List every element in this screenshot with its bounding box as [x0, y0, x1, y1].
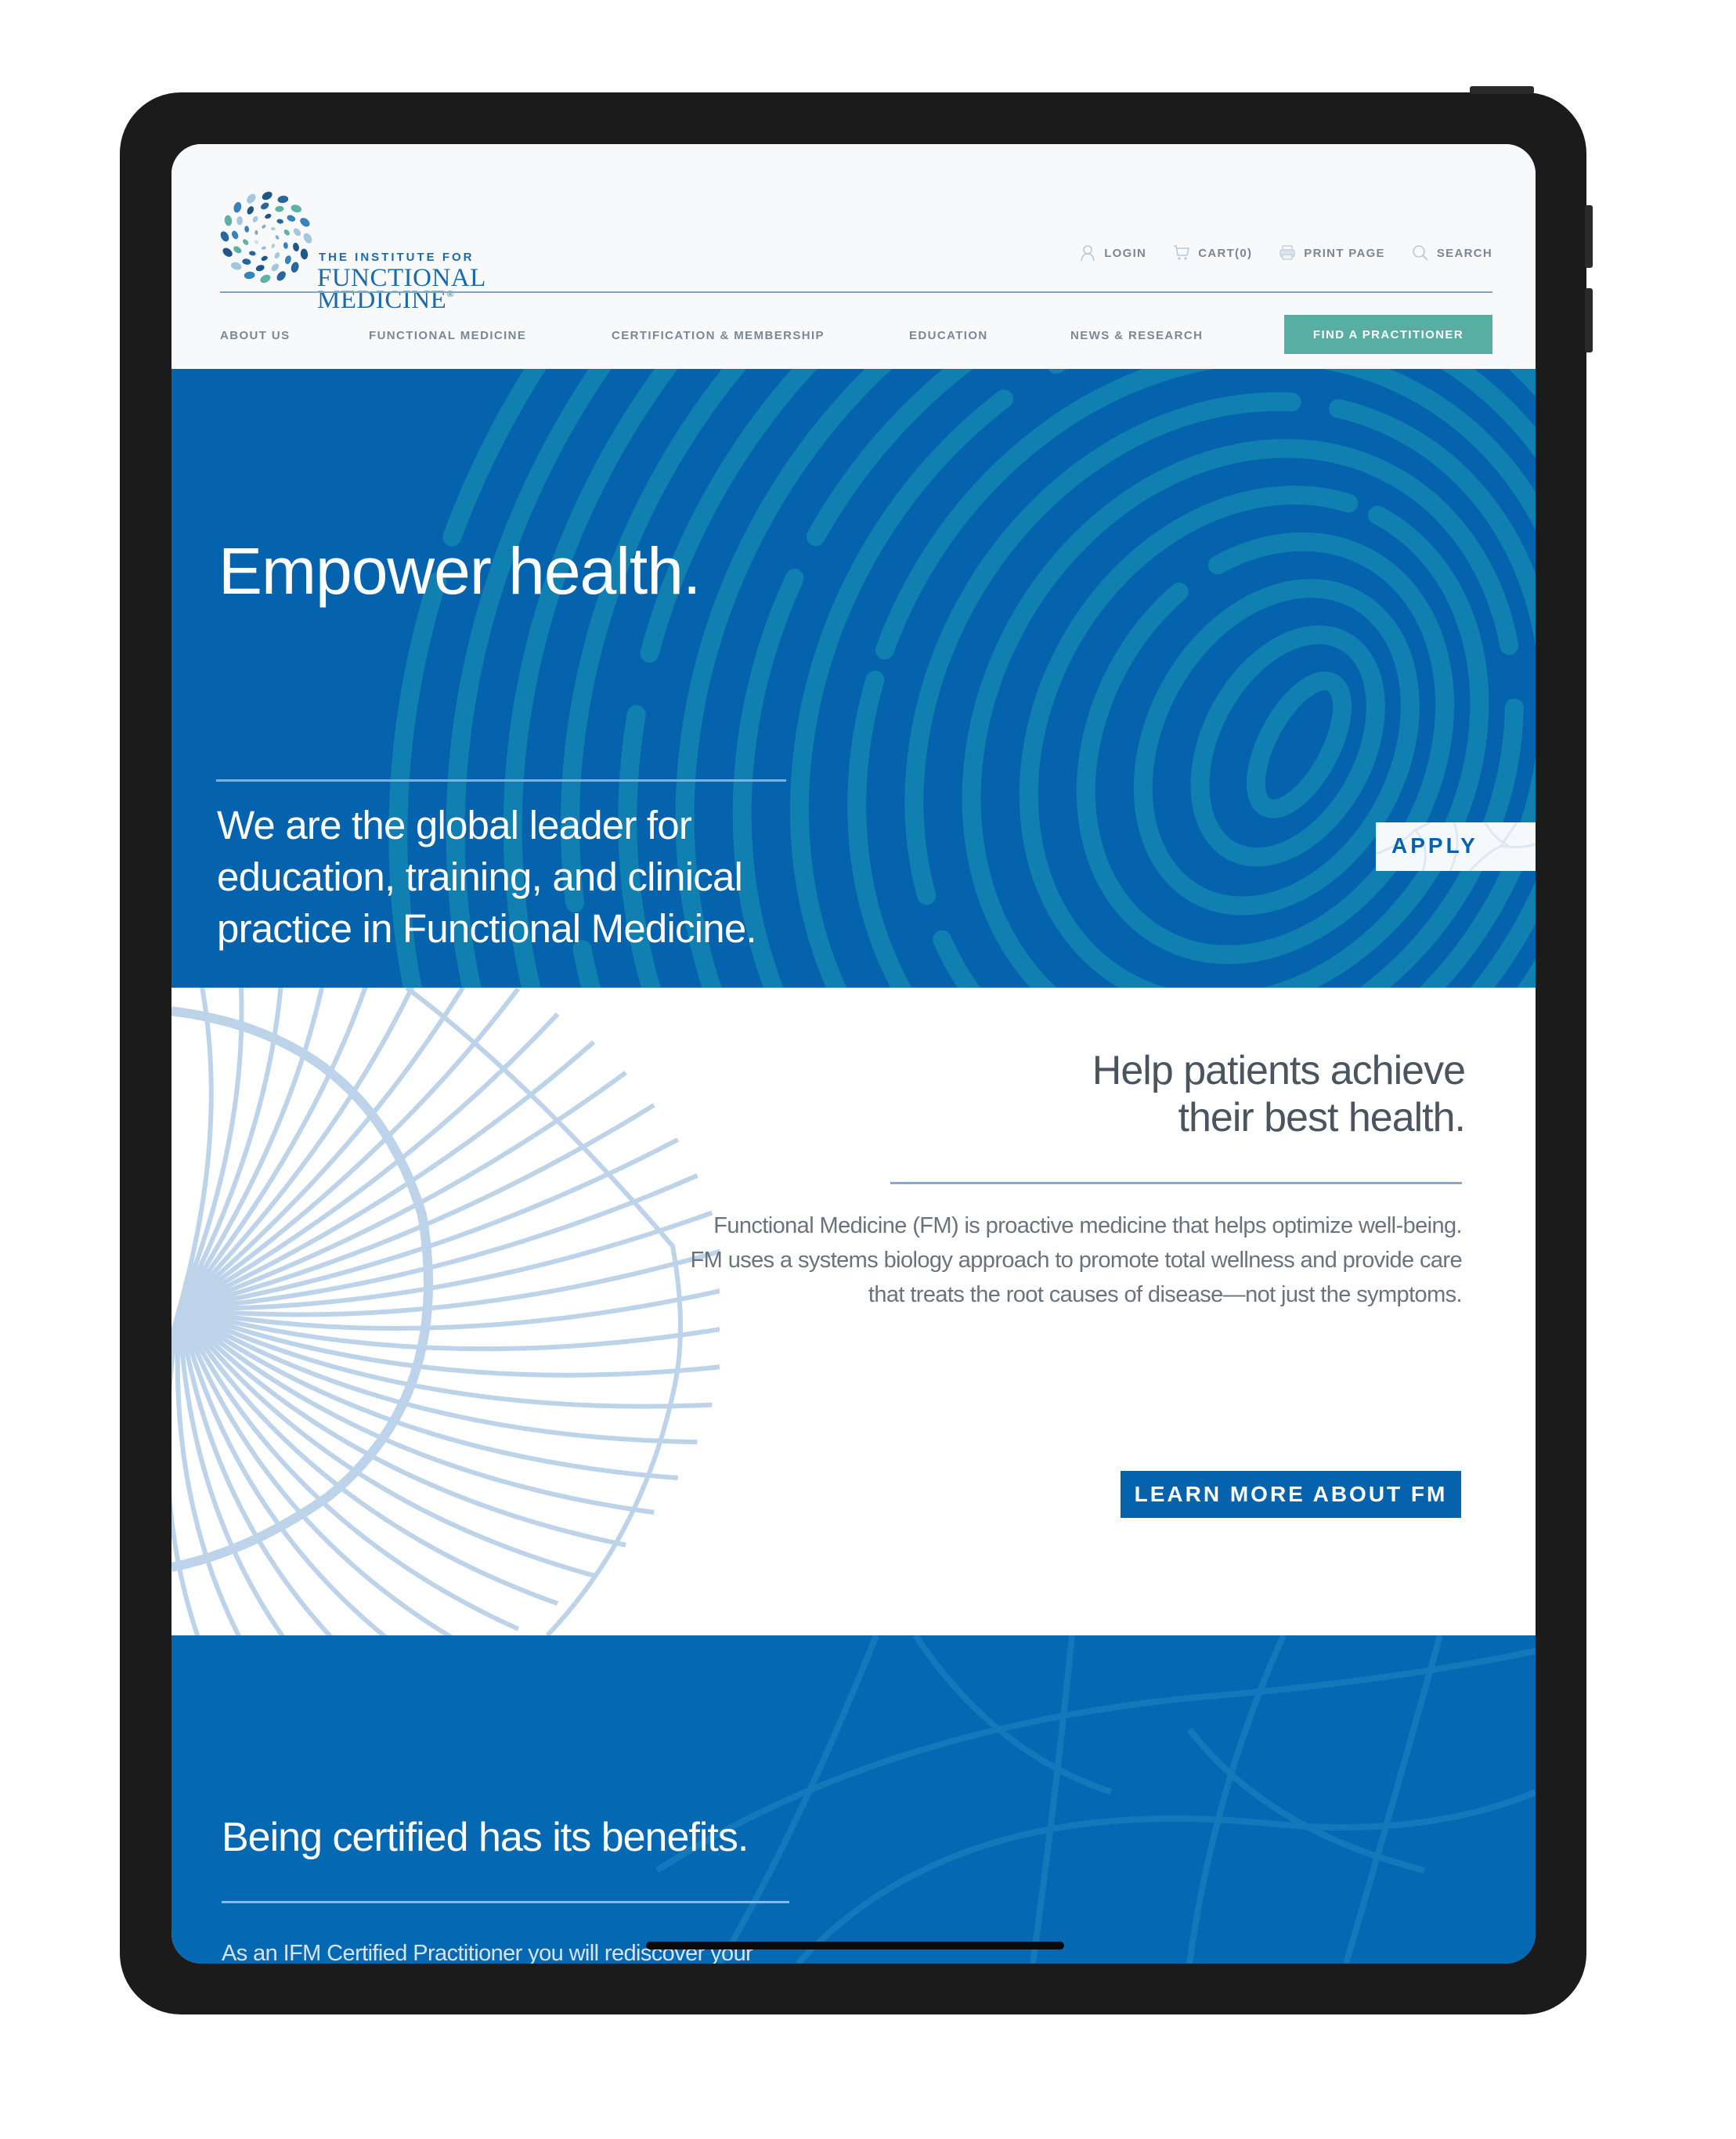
- hero-title: Empower health.: [218, 534, 701, 608]
- printer-icon: [1279, 245, 1296, 260]
- site-logo[interactable]: THE INSTITUTE FOR FUNCTIONAL MEDICINE®: [220, 191, 502, 313]
- certified-body: As an IFM Certified Practitioner you wil…: [222, 1941, 753, 1964]
- nav-certification-membership[interactable]: CERTIFICATION & MEMBERSHIP: [612, 329, 825, 342]
- registered-mark: ®: [446, 288, 454, 299]
- main-nav: ABOUT US FUNCTIONAL MEDICINE CERTIFICATI…: [220, 315, 1492, 356]
- tablet-screen: THE INSTITUTE FOR FUNCTIONAL MEDICINE® L…: [171, 144, 1536, 1964]
- certified-divider: [222, 1901, 789, 1903]
- logo-tagline: THE INSTITUTE FOR: [319, 251, 475, 264]
- print-page-link[interactable]: PRINT PAGE: [1279, 244, 1385, 262]
- about-divider: [890, 1182, 1462, 1184]
- volume-down-button: [1585, 288, 1593, 352]
- login-label: LOGIN: [1104, 246, 1147, 260]
- cart-label: CART(0): [1198, 246, 1253, 260]
- utility-nav: LOGIN CART(0) PRINT PAGE SEARCH: [1079, 244, 1492, 262]
- volume-up-button: [1585, 205, 1593, 268]
- about-title: Help patients achieve their best health.: [1092, 1048, 1466, 1140]
- leaf-vein-pattern: [655, 1635, 1536, 1964]
- header-divider: [220, 291, 1492, 293]
- certified-section: Being certified has its benefits. As an …: [171, 1635, 1536, 1964]
- apply-button[interactable]: APPLY: [1376, 822, 1536, 871]
- cart-link[interactable]: CART(0): [1173, 244, 1252, 262]
- apply-label: APPLY: [1391, 833, 1478, 858]
- nav-news-research[interactable]: NEWS & RESEARCH: [1070, 329, 1203, 342]
- logo-mark-icon: [220, 191, 312, 284]
- about-fm-section: Help patients achieve their best health.…: [171, 988, 1536, 1635]
- radial-line-pattern: [171, 988, 720, 1635]
- hero-subtitle: We are the global leader for education, …: [217, 803, 757, 951]
- search-icon: [1413, 245, 1428, 261]
- learn-more-about-fm-button[interactable]: LEARN MORE ABOUT FM: [1121, 1471, 1461, 1518]
- certified-title: Being certified has its benefits.: [222, 1815, 749, 1860]
- hero-section: Empower health. We are the global leader…: [171, 369, 1536, 988]
- home-indicator: [646, 1942, 1064, 1949]
- nav-about-us[interactable]: ABOUT US: [220, 329, 291, 342]
- search-label: SEARCH: [1436, 246, 1492, 260]
- print-page-label: PRINT PAGE: [1304, 246, 1385, 260]
- nav-education[interactable]: EDUCATION: [909, 329, 988, 342]
- site-header: THE INSTITUTE FOR FUNCTIONAL MEDICINE® L…: [171, 144, 1536, 369]
- find-a-practitioner-button[interactable]: FIND A PRACTITIONER: [1284, 315, 1492, 354]
- logo-line-2-text: MEDICINE: [317, 286, 447, 314]
- hero-divider: [216, 779, 786, 782]
- user-icon: [1081, 245, 1095, 262]
- power-button: [1470, 86, 1534, 94]
- nav-functional-medicine[interactable]: FUNCTIONAL MEDICINE: [369, 329, 526, 342]
- cart-icon: [1174, 245, 1190, 260]
- login-link[interactable]: LOGIN: [1079, 244, 1146, 262]
- about-body: Functional Medicine (FM) is proactive me…: [690, 1213, 1463, 1307]
- search-link[interactable]: SEARCH: [1412, 244, 1492, 262]
